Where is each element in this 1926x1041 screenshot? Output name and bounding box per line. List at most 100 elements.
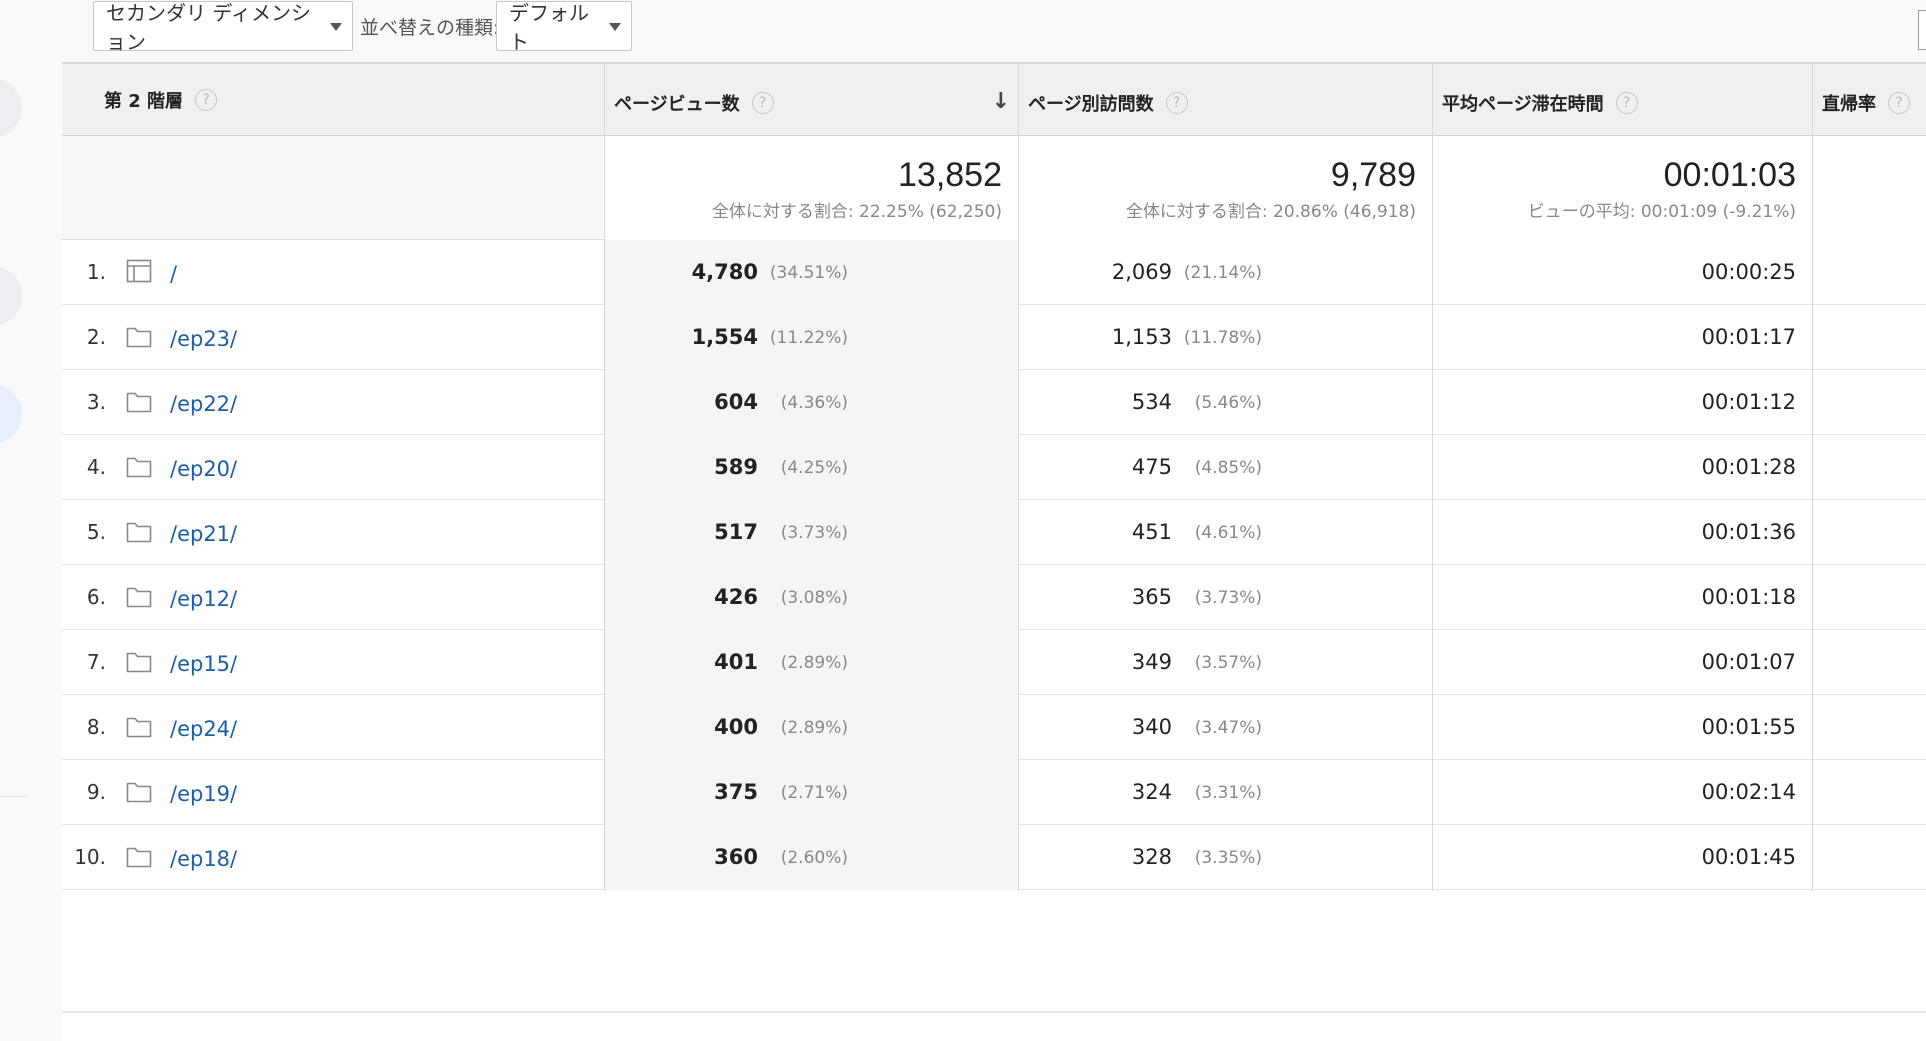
view-toggle-button[interactable] xyxy=(1918,10,1926,50)
summary-unique-pageviews-value: 9,789 xyxy=(1330,156,1416,194)
column-header-bounce-rate[interactable]: 直帰率 ? xyxy=(1822,64,1926,136)
folder-icon xyxy=(126,519,152,543)
row-avg-time: 00:01:18 xyxy=(1701,585,1796,609)
help-icon[interactable]: ? xyxy=(751,92,774,114)
sort-descending-icon[interactable]: ↓ xyxy=(992,89,1010,114)
rail-divider xyxy=(0,796,28,797)
table-header: 第 2 階層 ? ページビュー数 ? ↓ ページ別訪問数 ? 平均ページ滞在時間… xyxy=(62,62,1926,136)
column-header-avg-time[interactable]: 平均ページ滞在時間 ? xyxy=(1442,64,1802,136)
row-pageviews: 1,554 xyxy=(691,325,758,349)
summary-pageviews: 13,852 全体に対する割合: 22.25% (62,250) xyxy=(604,136,1018,240)
column-divider xyxy=(604,62,605,891)
report-panel: セカンダリ ディメンション 並べ替えの種類: デフォルト 第 2 階層 ? ペー… xyxy=(62,0,1926,1041)
table-toolbar: セカンダリ ディメンション 並べ替えの種類: デフォルト xyxy=(62,0,1926,62)
summary-bounce-rate xyxy=(1812,136,1926,240)
row-pageviews: 360 xyxy=(714,845,758,869)
nav-item-icon[interactable] xyxy=(0,78,22,138)
column-header-unique-pageviews[interactable]: ページ別訪問数 ? xyxy=(1028,64,1428,136)
column-header-dimension[interactable]: 第 2 階層 ? xyxy=(104,64,584,136)
row-unique-pageviews: 475 xyxy=(1131,455,1172,479)
summary-unique-pageviews: 9,789 全体に対する割合: 20.86% (46,918) xyxy=(1018,136,1432,240)
table-row: 1. / 4,780 (34.51%) 2,069 (21.14%) 00:00… xyxy=(62,240,1926,305)
page-icon xyxy=(126,259,152,283)
row-avg-time: 00:01:12 xyxy=(1701,390,1796,414)
help-icon[interactable]: ? xyxy=(1615,92,1638,114)
row-pageviews: 4,780 xyxy=(691,260,758,284)
help-icon[interactable]: ? xyxy=(195,89,218,111)
table-row: 9. /ep19/ 375 (2.71%) 324 (3.31%) 00:02:… xyxy=(62,760,1926,825)
row-unique-pageviews: 451 xyxy=(1131,520,1172,544)
row-pageviews-pct: (4.25%) xyxy=(780,458,848,478)
secondary-dimension-dropdown[interactable]: セカンダリ ディメンション xyxy=(93,1,353,54)
row-unique-pageviews: 1,153 xyxy=(1111,325,1172,349)
folder-icon xyxy=(126,714,152,738)
row-unique-pageviews-pct: (5.46%) xyxy=(1194,393,1262,413)
row-pageviews: 375 xyxy=(714,780,758,804)
row-index: 3. xyxy=(86,390,106,414)
row-index: 8. xyxy=(86,715,106,739)
table-row: 10. /ep18/ 360 (2.60%) 328 (3.35%) 00:01… xyxy=(62,825,1926,890)
sort-type-dropdown[interactable]: デフォルト xyxy=(496,1,632,54)
row-dimension-link[interactable]: /ep15/ xyxy=(170,630,237,698)
row-unique-pageviews: 534 xyxy=(1131,390,1172,414)
row-dimension-link[interactable]: /ep23/ xyxy=(170,305,237,373)
folder-icon xyxy=(126,389,152,413)
row-unique-pageviews: 340 xyxy=(1131,715,1172,739)
row-pageviews-pct: (3.08%) xyxy=(780,588,848,608)
row-unique-pageviews-pct: (4.85%) xyxy=(1194,458,1262,478)
table-row: 2. /ep23/ 1,554 (11.22%) 1,153 (11.78%) … xyxy=(62,305,1926,370)
column-header-pageviews[interactable]: ページビュー数 ? ↓ xyxy=(614,64,1018,136)
row-avg-time: 00:02:14 xyxy=(1701,780,1796,804)
row-dimension-link[interactable]: /ep12/ xyxy=(170,565,237,633)
summary-pageviews-sub: 全体に対する割合: 22.25% (62,250) xyxy=(711,202,1002,222)
row-pageviews-pct: (2.71%) xyxy=(780,783,848,803)
nav-item-icon[interactable] xyxy=(0,266,22,326)
row-pageviews: 604 xyxy=(714,390,758,414)
nav-item-icon-active[interactable] xyxy=(0,384,22,444)
row-unique-pageviews: 349 xyxy=(1131,650,1172,674)
row-pageviews: 517 xyxy=(714,520,758,544)
row-unique-pageviews: 365 xyxy=(1131,585,1172,609)
help-icon[interactable]: ? xyxy=(1165,92,1188,114)
table-bottom-border xyxy=(62,1011,1926,1013)
row-index: 9. xyxy=(86,780,106,804)
row-unique-pageviews: 328 xyxy=(1131,845,1172,869)
row-dimension-link[interactable]: / xyxy=(170,240,177,308)
folder-icon xyxy=(126,454,152,478)
row-dimension-link[interactable]: /ep22/ xyxy=(170,370,237,438)
row-index: 7. xyxy=(86,650,106,674)
column-header-label: 直帰率 xyxy=(1822,94,1876,115)
row-unique-pageviews-pct: (3.57%) xyxy=(1194,653,1262,673)
row-index: 10. xyxy=(74,845,106,869)
row-dimension-link[interactable]: /ep20/ xyxy=(170,435,237,503)
row-pageviews-pct: (11.22%) xyxy=(769,328,848,348)
left-rail xyxy=(0,0,62,1041)
column-header-label: 平均ページ滞在時間 xyxy=(1442,94,1604,115)
column-divider xyxy=(1812,62,1813,891)
help-icon[interactable]: ? xyxy=(1888,92,1910,114)
row-pageviews-pct: (2.89%) xyxy=(780,718,848,738)
row-index: 1. xyxy=(86,260,106,284)
folder-icon xyxy=(126,324,152,348)
row-avg-time: 00:01:45 xyxy=(1701,845,1796,869)
row-dimension-link[interactable]: /ep24/ xyxy=(170,695,237,763)
table-row: 3. /ep22/ 604 (4.36%) 534 (5.46%) 00:01:… xyxy=(62,370,1926,435)
row-pageviews-pct: (34.51%) xyxy=(769,263,848,283)
row-unique-pageviews-pct: (3.47%) xyxy=(1194,718,1262,738)
summary-unique-pageviews-sub: 全体に対する割合: 20.86% (46,918) xyxy=(1125,202,1416,222)
row-pageviews-pct: (2.60%) xyxy=(780,848,848,868)
table-row: 5. /ep21/ 517 (3.73%) 451 (4.61%) 00:01:… xyxy=(62,500,1926,565)
row-dimension-link[interactable]: /ep21/ xyxy=(170,500,237,568)
row-dimension-link[interactable]: /ep18/ xyxy=(170,825,237,893)
column-header-label: ページビュー数 xyxy=(614,94,740,115)
row-unique-pageviews: 324 xyxy=(1131,780,1172,804)
folder-icon xyxy=(126,844,152,868)
row-pageviews: 426 xyxy=(714,585,758,609)
row-unique-pageviews-pct: (3.31%) xyxy=(1194,783,1262,803)
table-row: 7. /ep15/ 401 (2.89%) 349 (3.57%) 00:01:… xyxy=(62,630,1926,695)
row-unique-pageviews-pct: (11.78%) xyxy=(1183,328,1262,348)
row-dimension-link[interactable]: /ep19/ xyxy=(170,760,237,828)
row-pageviews: 589 xyxy=(714,455,758,479)
summary-avg-time: 00:01:03 ビューの平均: 00:01:09 (-9.21%) xyxy=(1432,136,1812,240)
sort-type-value: デフォルト xyxy=(509,1,589,54)
